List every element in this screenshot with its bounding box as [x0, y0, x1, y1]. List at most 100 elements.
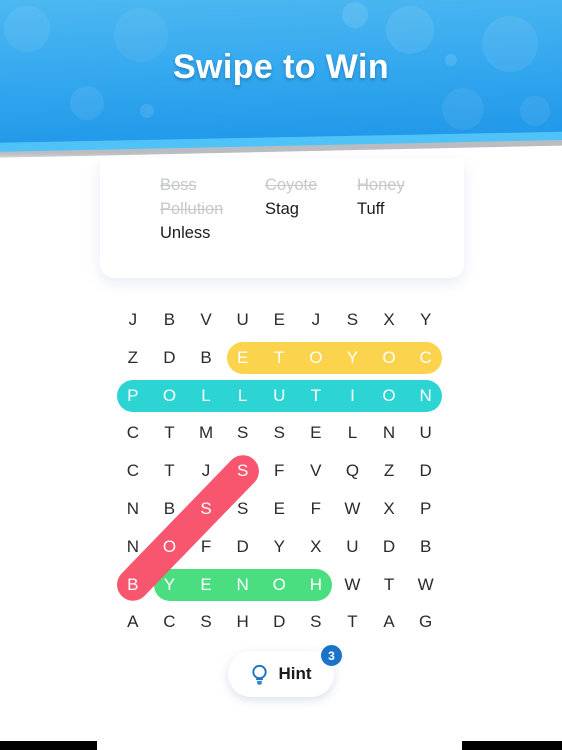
grid-cell[interactable]: Y: [156, 571, 184, 599]
grid-cell[interactable]: B: [412, 533, 440, 561]
grid-cell[interactable]: T: [339, 608, 367, 636]
system-nav-bar-left: [0, 741, 97, 750]
word-list-item: Honey: [357, 176, 405, 194]
system-nav-bar-right: [462, 741, 562, 750]
grid-cell[interactable]: U: [339, 533, 367, 561]
grid-cell[interactable]: D: [375, 533, 403, 561]
grid-cell[interactable]: U: [229, 306, 257, 334]
grid-cell[interactable]: D: [412, 457, 440, 485]
grid-cell[interactable]: M: [192, 419, 220, 447]
grid-cell[interactable]: X: [375, 306, 403, 334]
word-list-item: Stag: [265, 200, 299, 218]
grid-cell[interactable]: T: [302, 382, 330, 410]
grid-cell[interactable]: S: [302, 608, 330, 636]
grid-cell[interactable]: A: [375, 608, 403, 636]
grid-cell[interactable]: O: [375, 382, 403, 410]
grid-cell[interactable]: S: [229, 419, 257, 447]
grid-cell[interactable]: D: [229, 533, 257, 561]
grid-cell[interactable]: U: [412, 419, 440, 447]
grid-cell[interactable]: F: [192, 533, 220, 561]
grid-cell[interactable]: W: [339, 495, 367, 523]
grid-cell[interactable]: J: [192, 457, 220, 485]
grid-cell[interactable]: S: [229, 495, 257, 523]
grid-cell[interactable]: Y: [265, 533, 293, 561]
grid-cell[interactable]: L: [192, 382, 220, 410]
grid-cell[interactable]: N: [412, 382, 440, 410]
grid-cell[interactable]: S: [339, 306, 367, 334]
grid-cell[interactable]: E: [229, 344, 257, 372]
grid-cell[interactable]: O: [156, 533, 184, 561]
grid-cell[interactable]: I: [339, 382, 367, 410]
grid-cell[interactable]: T: [375, 571, 403, 599]
grid-cell[interactable]: P: [119, 382, 147, 410]
grid-cell[interactable]: O: [375, 344, 403, 372]
grid-cell[interactable]: F: [302, 495, 330, 523]
hint-count-badge: 3: [319, 643, 344, 668]
grid-cell[interactable]: S: [192, 608, 220, 636]
grid-cell[interactable]: A: [119, 608, 147, 636]
grid-cell[interactable]: Z: [375, 457, 403, 485]
grid-cell[interactable]: J: [119, 306, 147, 334]
grid-cell[interactable]: L: [229, 382, 257, 410]
grid-cell[interactable]: N: [119, 533, 147, 561]
grid-cell[interactable]: N: [229, 571, 257, 599]
lightbulb-icon: [252, 664, 268, 685]
grid-cell[interactable]: V: [192, 306, 220, 334]
word-list-item: Tuff: [357, 200, 385, 218]
grid-cell[interactable]: N: [375, 419, 403, 447]
word-highlight-coyote: [226, 341, 442, 374]
grid-cell[interactable]: B: [156, 306, 184, 334]
grid-cell[interactable]: X: [375, 495, 403, 523]
grid-cell[interactable]: O: [265, 571, 293, 599]
grid-cell[interactable]: J: [302, 306, 330, 334]
grid-cell[interactable]: T: [265, 344, 293, 372]
grid-cell[interactable]: P: [412, 495, 440, 523]
grid-cell[interactable]: B: [192, 344, 220, 372]
grid-cell[interactable]: L: [339, 419, 367, 447]
grid-cell[interactable]: V: [302, 457, 330, 485]
grid-cell[interactable]: E: [265, 306, 293, 334]
grid-cell[interactable]: B: [156, 495, 184, 523]
hint-label: Hint: [278, 664, 312, 683]
grid-cell[interactable]: N: [119, 495, 147, 523]
grid-cell[interactable]: C: [156, 608, 184, 636]
grid-cell[interactable]: W: [412, 571, 440, 599]
grid-cell[interactable]: S: [192, 495, 220, 523]
grid-cell[interactable]: D: [265, 608, 293, 636]
grid-cell[interactable]: Y: [412, 306, 440, 334]
hint-button[interactable]: Hint 3: [228, 643, 344, 697]
grid-cell[interactable]: E: [302, 419, 330, 447]
grid-cell[interactable]: T: [156, 419, 184, 447]
grid-cell[interactable]: Q: [339, 457, 367, 485]
app-header: Swipe to Win: [0, 0, 562, 162]
grid-cell[interactable]: H: [302, 571, 330, 599]
grid-cell[interactable]: B: [119, 571, 147, 599]
grid-cell[interactable]: E: [192, 571, 220, 599]
grid-cell[interactable]: Z: [119, 344, 147, 372]
grid-cell[interactable]: E: [265, 495, 293, 523]
page-title: Swipe to Win: [172, 48, 390, 86]
grid-cell[interactable]: O: [302, 344, 330, 372]
word-list-item: Boss: [160, 176, 197, 194]
app-root: Swipe to Win Boss Coyote Honey Pollution Sta…: [0, 0, 562, 750]
grid-cell[interactable]: D: [156, 344, 184, 372]
grid-cell[interactable]: C: [119, 457, 147, 485]
grid-cell[interactable]: H: [229, 608, 257, 636]
grid-cell[interactable]: G: [412, 608, 440, 636]
grid-cell[interactable]: C: [119, 419, 147, 447]
grid-cell[interactable]: S: [265, 419, 293, 447]
word-list-item: Coyote: [265, 176, 318, 194]
grid-cell[interactable]: O: [156, 382, 184, 410]
puzzle-grid[interactable]: JBVUEJSXYZDBETOYOCPOLLUTIONCTMSSELNUCTJS…: [110, 302, 445, 642]
word-list-card: Boss Coyote Honey Pollution Stag Tuff Unless: [100, 158, 464, 278]
grid-cell[interactable]: F: [265, 457, 293, 485]
grid-cell[interactable]: U: [265, 382, 293, 410]
grid-cell[interactable]: T: [156, 457, 184, 485]
grid-cell[interactable]: Y: [339, 344, 367, 372]
word-list-item: Unless: [160, 224, 211, 242]
word-list: Boss Coyote Honey Pollution Stag Tuff Unless: [160, 174, 467, 245]
grid-cell[interactable]: C: [412, 344, 440, 372]
grid-cell[interactable]: W: [339, 571, 367, 599]
grid-cell[interactable]: X: [302, 533, 330, 561]
grid-cell[interactable]: S: [229, 457, 257, 485]
